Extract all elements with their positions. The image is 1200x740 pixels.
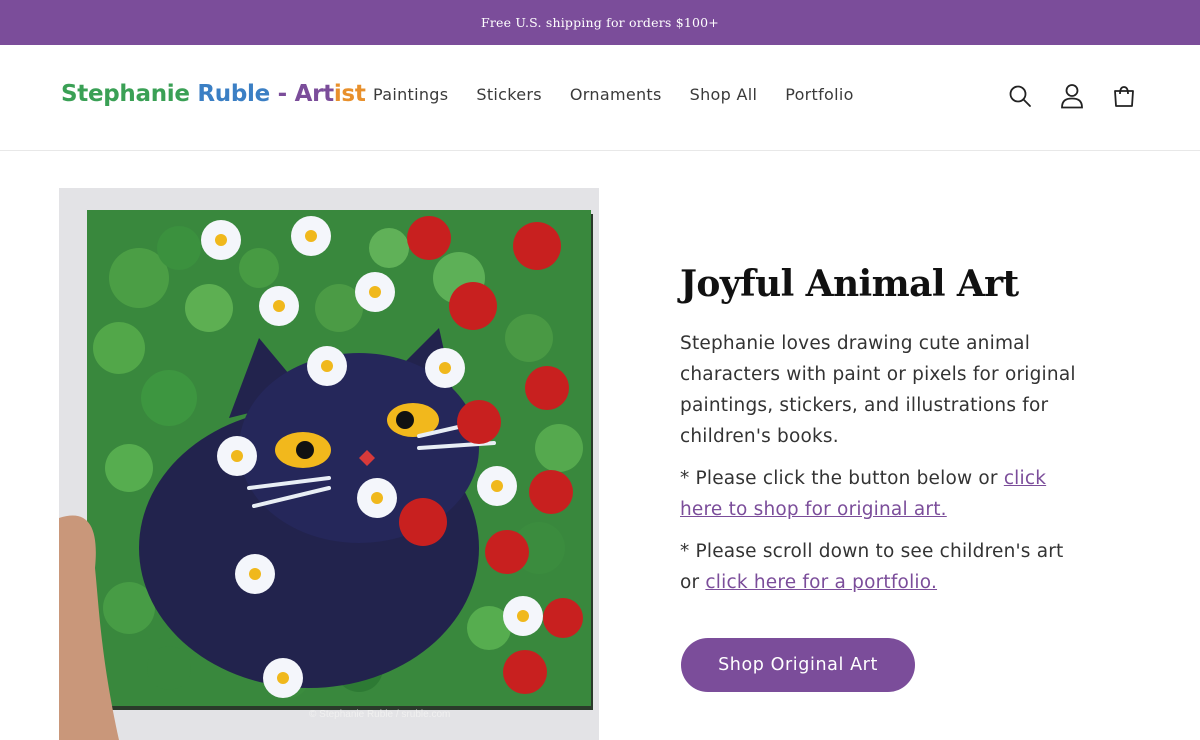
shop-original-art-button[interactable]: Shop Original Art (681, 638, 915, 692)
hero-paragraph-2: * Please click the button below or click… (680, 463, 1080, 525)
hero-paragraph-1: Stephanie loves drawing cute animal char… (680, 333, 1076, 447)
logo-part-3: - Art (269, 81, 335, 107)
logo-part-1: Stephanie (61, 81, 198, 107)
hero-paragraph-3: * Please scroll down to see children's a… (680, 536, 1080, 598)
search-icon[interactable] (1007, 83, 1033, 109)
nav-portfolio[interactable]: Portfolio (785, 85, 854, 104)
nav-ornaments[interactable]: Ornaments (570, 85, 662, 104)
cart-icon[interactable] (1111, 83, 1137, 109)
logo-part-4: ist (333, 81, 366, 107)
nav-stickers[interactable]: Stickers (476, 85, 542, 104)
announcement-text: Free U.S. shipping for orders $100+ (481, 15, 719, 30)
hero-content: Joyful Animal Art Stephanie loves drawin… (680, 262, 1080, 598)
nav-shop-all[interactable]: Shop All (690, 85, 758, 104)
hero-painting-image: © Stephanie Ruble / sruble.com (59, 188, 599, 740)
main-nav: Paintings Stickers Ornaments Shop All Po… (373, 85, 882, 104)
logo-part-2: Ruble (197, 81, 270, 107)
account-icon[interactable] (1059, 83, 1085, 109)
header-icons (1007, 83, 1137, 109)
paragraph-2-text: * Please click the button below or (680, 468, 1004, 489)
nav-paintings[interactable]: Paintings (373, 85, 448, 104)
site-logo[interactable]: Stephanie Ruble - Artist (61, 81, 366, 107)
image-caption: © Stephanie Ruble / sruble.com (309, 709, 450, 720)
portfolio-link[interactable]: click here for a portfolio. (705, 572, 937, 593)
painting-illustration: © Stephanie Ruble / sruble.com (59, 188, 599, 740)
announcement-bar: Free U.S. shipping for orders $100+ (0, 0, 1200, 45)
hero-title: Joyful Animal Art (680, 263, 1019, 305)
site-header: Stephanie Ruble - Artist Paintings Stick… (0, 45, 1200, 151)
